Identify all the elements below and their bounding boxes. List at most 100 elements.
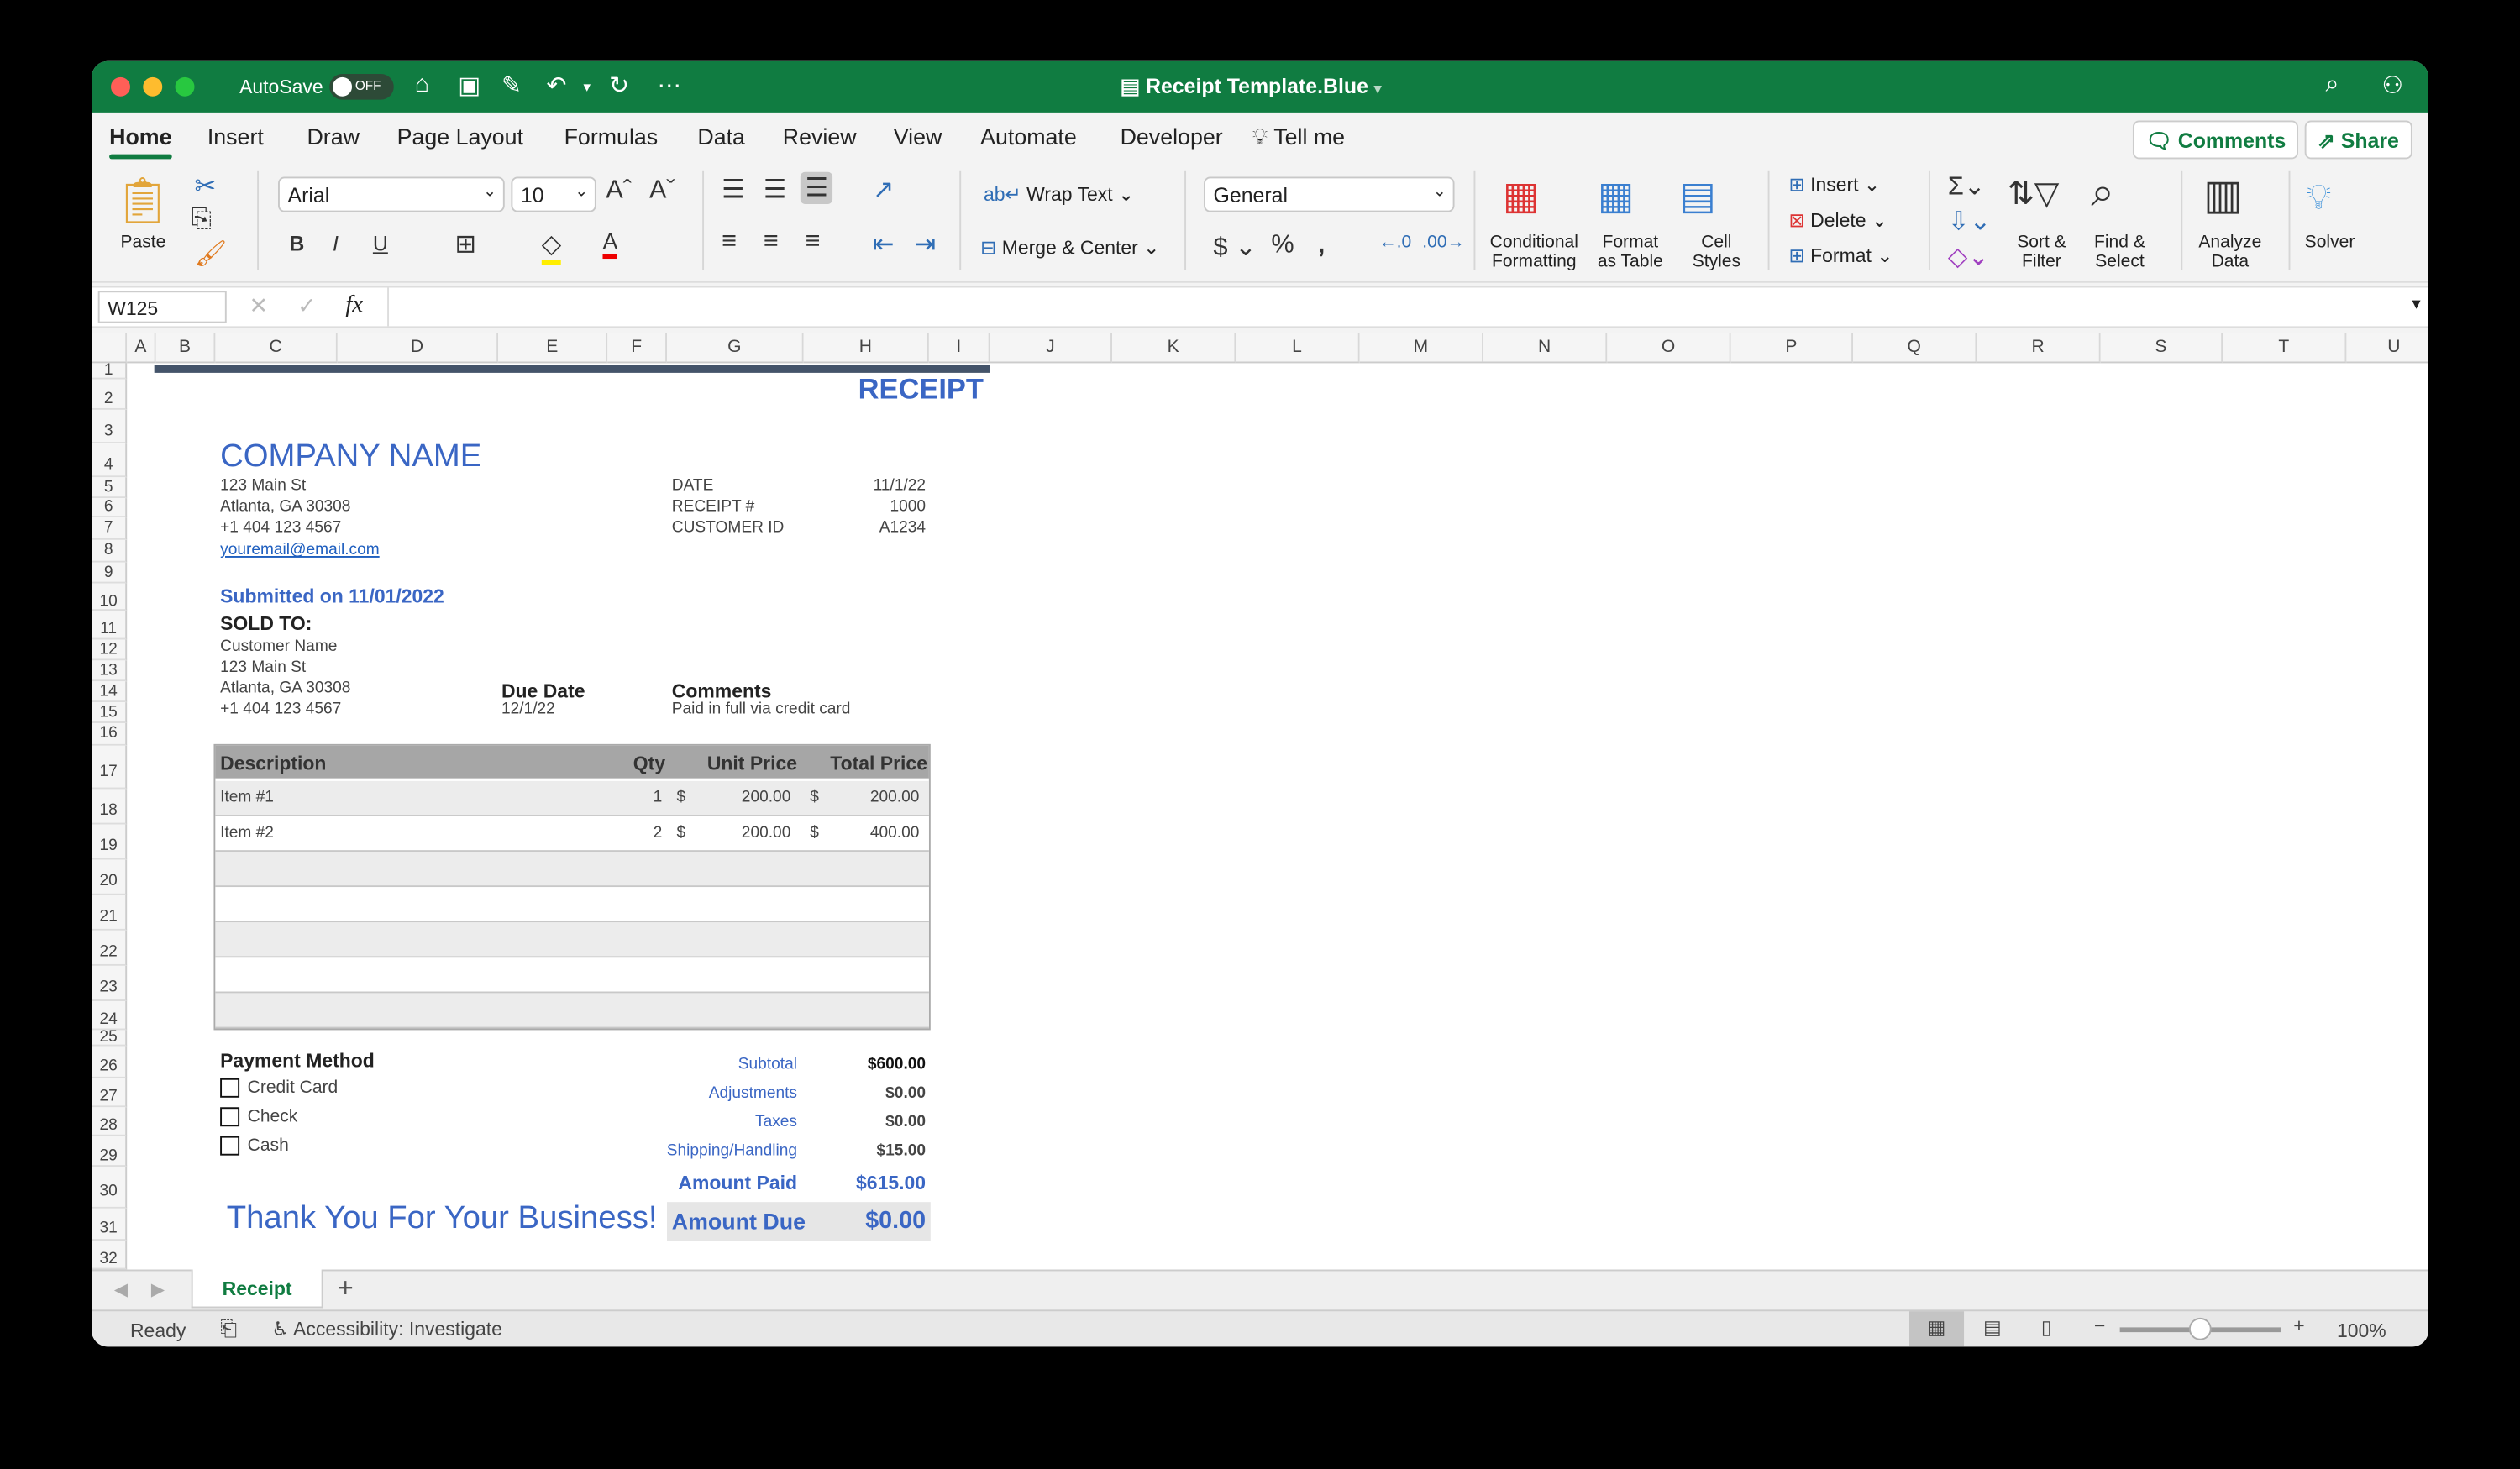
totals-label: Shipping/Handling: [666, 1142, 797, 1161]
totals-value: $15.00: [876, 1142, 927, 1161]
increase-decimal-icon[interactable]: ←.0: [1379, 233, 1412, 252]
find-select-label[interactable]: Find & Select: [2094, 233, 2145, 271]
zoom-level[interactable]: 100%: [2337, 1319, 2386, 1342]
column-header-K[interactable]: K: [1112, 333, 1236, 364]
table-row[interactable]: [215, 887, 929, 923]
prev-sheet-icon[interactable]: ◀: [114, 1279, 128, 1300]
receipt-number: 1000: [890, 498, 927, 517]
item-unit-currency: $: [676, 824, 686, 842]
analyze-data-label[interactable]: Analyze Data: [2198, 233, 2261, 271]
cell-styles-label[interactable]: Cell Styles: [1693, 233, 1740, 271]
number-format-select[interactable]: General ⌄: [1204, 176, 1455, 212]
percent-icon[interactable]: %: [1271, 232, 1294, 260]
company-address: 123 Main St: [220, 477, 307, 496]
sort-filter-icon[interactable]: ⇅▽: [2008, 174, 2059, 214]
header-qty: Qty: [633, 752, 666, 775]
fill-icon[interactable]: ⇩⌄: [1948, 206, 1991, 238]
clear-icon[interactable]: ◇⌄: [1948, 241, 1989, 273]
insert-cells-button[interactable]: ⊞ Insert ⌄: [1789, 174, 1881, 197]
customer-id: A1234: [879, 518, 927, 538]
solver-label[interactable]: Solver: [2305, 233, 2355, 252]
column-header-U[interactable]: U: [2346, 333, 2428, 364]
format-as-table-icon[interactable]: ▦: [1598, 174, 1634, 220]
totals-value: $0.00: [885, 1113, 927, 1131]
table-row[interactable]: [215, 993, 929, 1029]
column-header-L[interactable]: L: [1236, 333, 1360, 364]
due-date: 12/1/22: [501, 700, 555, 719]
checkbox-credit-card[interactable]: [220, 1078, 240, 1098]
people-icon[interactable]: ⚇: [2382, 71, 2404, 100]
customer-phone: +1 404 123 4567: [220, 700, 342, 719]
cell-styles-icon[interactable]: ▤: [1679, 174, 1715, 220]
sheet-tabs-bar: ◀ ▶ Receipt +: [92, 1269, 2428, 1310]
item-unit-currency: $: [676, 789, 686, 807]
column-header-R[interactable]: R: [1977, 333, 2101, 364]
amount-paid: $615.00: [856, 1171, 927, 1194]
comments-value: Paid in full via credit card: [671, 700, 851, 719]
item-qty: 1: [653, 789, 663, 807]
thank-you-message: Thank You For Your Business!: [226, 1200, 658, 1236]
item-total-currency: $: [810, 789, 819, 807]
solver-icon[interactable]: 💡︎: [2307, 176, 2331, 218]
header-description: Description: [220, 752, 327, 775]
tell-me[interactable]: 💡︎ Tell me: [1252, 123, 1345, 151]
comma-icon[interactable]: ,: [1318, 232, 1326, 260]
item-total-price: 200.00: [869, 789, 920, 807]
conditional-formatting-icon[interactable]: ▦: [1503, 174, 1539, 220]
checkbox-cash[interactable]: [220, 1136, 240, 1156]
conditional-formatting-label[interactable]: Conditional Formatting: [1490, 233, 1578, 271]
table-row[interactable]: [215, 957, 929, 994]
decrease-decimal-icon[interactable]: .00→: [1422, 233, 1464, 252]
analyze-data-icon[interactable]: ▥: [2203, 171, 2243, 220]
comments-button[interactable]: 🗨︎ Comments: [2132, 120, 2299, 160]
sort-filter-label[interactable]: Sort & Filter: [2017, 233, 2066, 271]
comments-label: Comments: [671, 679, 772, 703]
customer-id-label: CUSTOMER ID: [671, 518, 785, 538]
add-sheet-button[interactable]: +: [338, 1272, 354, 1304]
document-title[interactable]: ▤ Receipt Template.Blue ▾: [1121, 74, 1382, 100]
currency-icon[interactable]: $ ⌄: [1214, 232, 1257, 264]
page-layout-view-icon[interactable]: ▤: [1983, 1316, 2002, 1339]
format-cells-button[interactable]: ⊞ Format ⌄: [1789, 244, 1893, 267]
normal-view-icon[interactable]: ▦: [1909, 1311, 1965, 1347]
receipt-content: RECEIPT COMPANY NAME 123 Main St Atlanta…: [92, 61, 1125, 1286]
totals-value: $0.00: [885, 1084, 927, 1103]
find-select-icon[interactable]: ⌕: [2091, 167, 2114, 218]
date-label: DATE: [671, 477, 714, 496]
totals-label: Taxes: [755, 1113, 797, 1131]
page-break-view-icon[interactable]: ▯: [2041, 1316, 2052, 1339]
table-row[interactable]: [215, 922, 929, 958]
accessibility-button[interactable]: ♿︎ Accessibility: Investigate: [271, 1318, 502, 1340]
column-header-M[interactable]: M: [1359, 333, 1483, 364]
accessibility-icon: ♿︎: [271, 1317, 294, 1340]
macro-record-icon[interactable]: ⎗: [220, 1316, 237, 1342]
column-header-S[interactable]: S: [2100, 333, 2223, 364]
zoom-slider[interactable]: [2119, 1317, 2281, 1340]
column-header-Q[interactable]: Q: [1853, 333, 1977, 364]
checkbox-check[interactable]: [220, 1107, 240, 1127]
delete-cells-button[interactable]: ⊠ Delete ⌄: [1789, 209, 1888, 232]
spreadsheet-grid[interactable]: A B C D E F G H I J K L M N O P Q R S T U 1 2 3 4 5 6 7 8 9 10 11 12 13 14…: [92, 333, 2428, 1270]
tab-developer[interactable]: Developer: [1121, 123, 1223, 150]
column-header-T[interactable]: T: [2223, 333, 2347, 364]
autosum-icon[interactable]: Σ⌄: [1948, 171, 1986, 202]
header-unit-price: Unit Price: [706, 752, 797, 775]
zoom-slider-thumb[interactable]: [2188, 1317, 2212, 1340]
share-button[interactable]: ⇗ Share: [2304, 120, 2412, 160]
search-icon[interactable]: ⌕: [2326, 71, 2339, 98]
email-link[interactable]: youremail@email.com: [220, 542, 380, 559]
format-as-table-label[interactable]: Format as Table: [1598, 233, 1663, 271]
zoom-out-button[interactable]: −: [2094, 1314, 2105, 1337]
table-row[interactable]: [215, 852, 929, 888]
table-row[interactable]: Item #2 2 $200.00 $400.00: [215, 816, 929, 853]
column-header-O[interactable]: O: [1607, 333, 1731, 364]
expand-formula-icon[interactable]: ▼: [2409, 296, 2423, 312]
table-row[interactable]: Item #1 1 $200.00 $200.00: [215, 780, 929, 816]
sheet-tab-receipt[interactable]: Receipt: [191, 1269, 323, 1309]
customer-city: Atlanta, GA 30308: [220, 679, 351, 698]
column-header-P[interactable]: P: [1730, 333, 1854, 364]
column-header-N[interactable]: N: [1483, 333, 1608, 364]
next-sheet-icon[interactable]: ▶: [151, 1279, 165, 1300]
zoom-in-button[interactable]: +: [2293, 1314, 2304, 1337]
payment-method-label: Payment Method: [220, 1049, 375, 1073]
